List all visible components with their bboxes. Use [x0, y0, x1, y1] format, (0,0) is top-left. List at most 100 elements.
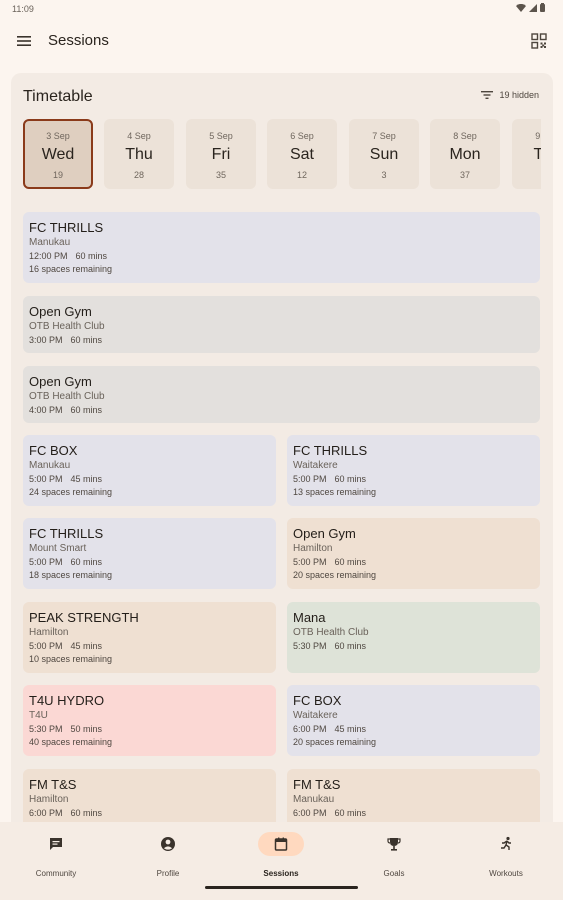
- nav-goals[interactable]: Goals: [349, 832, 439, 880]
- day-name: Tue: [533, 146, 542, 163]
- day-name: Mon: [449, 146, 481, 163]
- session-time: 6:00 PM: [29, 808, 63, 818]
- day-chip-thu[interactable]: 4 Sep Thu 28: [104, 119, 174, 189]
- session-time-row: 3:00 PM 60 mins: [29, 334, 534, 347]
- session-name: FM T&S: [29, 777, 77, 792]
- session-location: OTB Health Club: [293, 627, 369, 638]
- account-icon: [161, 837, 175, 851]
- session-name: Open Gym: [29, 304, 92, 319]
- session-spaces: 16 spaces remaining: [29, 264, 113, 274]
- status-time: 11:09: [12, 4, 34, 14]
- session-card[interactable]: PEAK STRENGTH Hamilton 5:00 PM 45 mins 10 sp…: [23, 602, 276, 673]
- day-chip-mon[interactable]: 8 Sep Mon 37: [430, 119, 500, 189]
- day-chip-wed[interactable]: 3 Sep Wed 19: [23, 119, 93, 189]
- day-name: Wed: [41, 146, 75, 163]
- nav-icon-container: [483, 832, 529, 856]
- session-card[interactable]: Open Gym OTB Health Club 4:00 PM 60 mins: [23, 366, 540, 423]
- wifi-icon: [516, 3, 526, 12]
- session-spaces: 13 spaces remaining: [293, 487, 377, 497]
- session-location: Waitakere: [293, 710, 338, 721]
- session-spaces: 40 spaces remaining: [29, 737, 113, 747]
- day-name: Fri: [211, 146, 231, 163]
- session-duration: 60 mins: [70, 405, 103, 415]
- session-card[interactable]: Open Gym OTB Health Club 3:00 PM 60 mins: [23, 296, 540, 353]
- session-time: 5:00 PM: [29, 474, 63, 484]
- session-time: 12:00 PM: [29, 251, 68, 261]
- session-duration: 60 mins: [334, 474, 367, 484]
- day-date: 7 Sep: [372, 131, 396, 141]
- session-name: Mana: [293, 610, 326, 625]
- session-name: PEAK STRENGTH: [29, 610, 139, 625]
- running-icon: [501, 836, 511, 850]
- session-location: Manukau: [293, 794, 335, 805]
- session-time: 6:00 PM: [293, 808, 327, 818]
- hidden-filter-button[interactable]: 19 hidden: [481, 90, 539, 100]
- session-time: 5:00 PM: [293, 474, 327, 484]
- day-chip-fri[interactable]: 5 Sep Fri 35: [186, 119, 256, 189]
- nav-label: Workouts: [489, 869, 523, 878]
- day-chip-sun[interactable]: 7 Sep Sun 3: [349, 119, 419, 189]
- session-duration: 60 mins: [70, 557, 103, 567]
- session-time-row: 5:30 PM 60 mins: [293, 640, 534, 653]
- session-time: 5:00 PM: [293, 557, 327, 567]
- session-duration: 60 mins: [334, 641, 367, 651]
- session-time: 3:00 PM: [29, 335, 63, 345]
- session-time-row: 5:00 PM 60 mins: [293, 556, 534, 569]
- app-screen: 11:09 Sessions Timetable 19 hidden 3 Sep…: [0, 0, 563, 900]
- session-time-row: 5:30 PM 50 mins: [29, 723, 270, 736]
- session-location: Manukau: [29, 460, 71, 471]
- session-card[interactable]: Mana OTB Health Club 5:30 PM 60 mins: [287, 602, 540, 673]
- day-chip-tue[interactable]: 9 Sep Tue: [512, 119, 541, 189]
- session-time: 4:00 PM: [29, 405, 63, 415]
- nav-sessions[interactable]: Sessions: [236, 832, 326, 880]
- session-card[interactable]: FC BOX Waitakere 6:00 PM 45 mins 20 spaces r…: [287, 685, 540, 756]
- session-name: Open Gym: [29, 374, 92, 389]
- nav-label: Sessions: [263, 869, 299, 878]
- session-name: T4U HYDRO: [29, 693, 105, 708]
- session-card[interactable]: T4U HYDRO T4U 5:30 PM 50 mins 40 spaces rema…: [23, 685, 276, 756]
- session-time: 6:00 PM: [293, 724, 327, 734]
- session-card[interactable]: FC BOX Manukau 5:00 PM 45 mins 24 spaces rem…: [23, 435, 276, 506]
- nav-workouts[interactable]: Workouts: [461, 832, 551, 880]
- nav-label: Profile: [156, 869, 180, 878]
- session-time-row: 5:00 PM 60 mins: [29, 556, 270, 569]
- session-location: Mount Smart: [29, 543, 87, 554]
- session-time-row: 6:00 PM 60 mins: [29, 807, 270, 820]
- session-card[interactable]: FC THRILLS Waitakere 5:00 PM 60 mins 13 spac…: [287, 435, 540, 506]
- session-location: Hamilton: [29, 627, 69, 638]
- session-card[interactable]: Open Gym Hamilton 5:00 PM 60 mins 20 spaces …: [287, 518, 540, 589]
- day-session-count: 35: [215, 170, 226, 180]
- nav-community[interactable]: Community: [11, 832, 101, 880]
- nav-profile[interactable]: Profile: [123, 832, 213, 880]
- day-session-count: 37: [459, 170, 470, 180]
- session-card[interactable]: FC THRILLS Mount Smart 5:00 PM 60 mins 18 sp…: [23, 518, 276, 589]
- session-duration: 60 mins: [75, 251, 108, 261]
- session-duration: 50 mins: [70, 724, 103, 734]
- qr-scan-button[interactable]: [529, 31, 549, 51]
- session-spaces: 10 spaces remaining: [29, 654, 113, 664]
- nav-icon-container: [33, 832, 79, 856]
- session-time-row: 6:00 PM 45 mins: [293, 723, 534, 736]
- day-chip-sat[interactable]: 6 Sep Sat 12: [267, 119, 337, 189]
- page-title: Sessions: [48, 32, 109, 49]
- session-spaces: 24 spaces remaining: [29, 487, 113, 497]
- session-spaces: 20 spaces remaining: [293, 737, 377, 747]
- session-duration: 60 mins: [70, 808, 103, 818]
- session-time-row: 12:00 PM 60 mins: [29, 250, 534, 263]
- session-card[interactable]: FC THRILLS Manukau 12:00 PM 60 mins 16 space…: [23, 212, 540, 283]
- nav-icon-container: [258, 832, 304, 856]
- session-time-row: 5:00 PM 60 mins: [293, 473, 534, 486]
- session-duration: 60 mins: [334, 557, 367, 567]
- day-name: Thu: [125, 146, 153, 163]
- session-location: Manukau: [29, 237, 71, 248]
- session-name: FC THRILLS: [293, 443, 368, 458]
- session-duration: 60 mins: [70, 335, 103, 345]
- filter-icon: [481, 91, 494, 99]
- chat-icon: [50, 838, 62, 850]
- trophy-icon: [387, 838, 401, 851]
- session-location: Hamilton: [29, 794, 69, 805]
- menu-button[interactable]: [14, 31, 34, 51]
- nav-icon-container: [145, 832, 191, 856]
- session-time-row: 6:00 PM 60 mins: [293, 807, 534, 820]
- session-location: Hamilton: [293, 543, 333, 554]
